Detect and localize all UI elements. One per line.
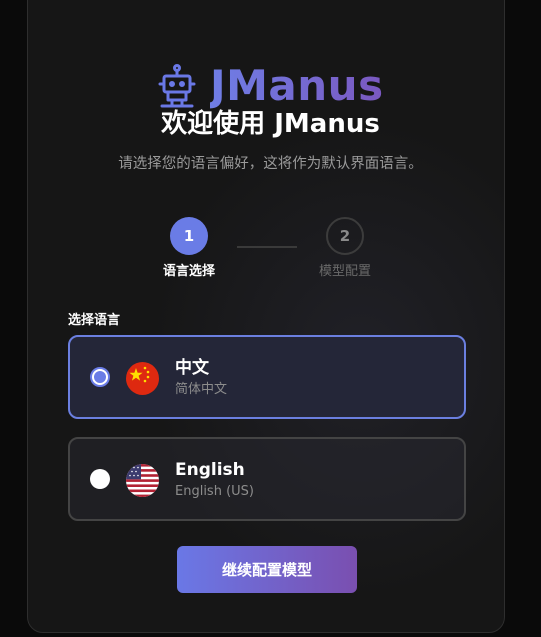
language-section-label: 选择语言 [68, 313, 121, 328]
page-title: 欢迎使用 JManus [161, 109, 380, 139]
us-flag-icon [126, 464, 159, 497]
radio-english[interactable] [90, 469, 110, 489]
language-option-english[interactable]: English English (US) [68, 437, 466, 521]
brand-name: JManus [210, 61, 384, 110]
option-subtitle: English (US) [175, 484, 254, 499]
step-2-label: 模型配置 [318, 264, 371, 279]
robot-icon [158, 64, 196, 108]
page-subtitle: 请选择您的语言偏好，这将作为默认界面语言。 [118, 156, 423, 172]
radio-chinese[interactable] [90, 367, 110, 387]
language-option-chinese[interactable]: 中文 简体中文 [68, 335, 466, 419]
china-flag-icon [126, 362, 159, 395]
step-1-indicator: 1 [170, 217, 208, 255]
brand-logo: JManus [158, 62, 384, 110]
option-subtitle: 简体中文 [175, 382, 228, 397]
step-2-indicator: 2 [326, 217, 364, 255]
continue-button[interactable]: 继续配置模型 [177, 546, 357, 593]
option-name: English [175, 460, 245, 480]
option-name: 中文 [175, 358, 209, 378]
step-connector [237, 246, 297, 248]
step-1-label: 语言选择 [162, 264, 215, 279]
